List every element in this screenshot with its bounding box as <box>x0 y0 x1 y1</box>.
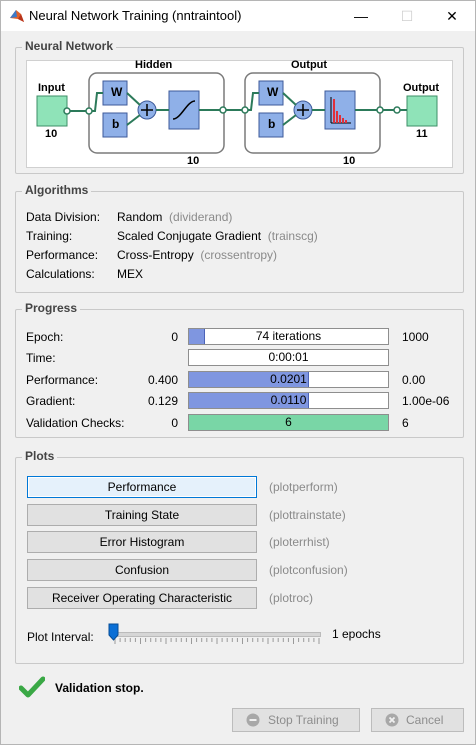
plot-interval-label: Plot Interval: <box>27 630 94 644</box>
network-diagram: Input 10 Hidden 10 Output 10 Output 11 W… <box>26 59 453 168</box>
checkmark-icon <box>19 676 45 698</box>
algorithm-key: Training: <box>26 229 73 243</box>
algorithms-title: Algorithms <box>22 183 92 197</box>
cancel-label: Cancel <box>406 713 444 727</box>
cancel-icon <box>385 713 399 727</box>
validation-progress-bar: 6 <box>188 414 389 431</box>
plot-roc-function: (plotroc) <box>269 591 314 605</box>
hidden-w-label: W <box>111 85 123 99</box>
plot-roc-button[interactable]: Receiver Operating Characteristic <box>27 587 257 609</box>
progress-end-gradient: 1.00e-06 <box>402 394 450 408</box>
progress-end-performance: 0.00 <box>402 373 426 387</box>
output-size: 11 <box>416 128 428 140</box>
plot-error-histogram-button[interactable]: Error Histogram <box>27 531 257 553</box>
algorithm-value: MEX <box>117 267 144 281</box>
validation-progress-text: 6 <box>285 415 292 429</box>
matlab-logo-icon <box>10 10 24 22</box>
maximize-button[interactable]: ☐ <box>384 1 430 31</box>
gradient-progress-text: 0.0110 <box>270 393 307 407</box>
neural-network-panel: Neural Network Input 10 Hidden 10 Output… <box>15 39 464 174</box>
plot-training-state-function: (plottrainstate) <box>269 508 346 522</box>
algorithm-value: Scaled Conjugate Gradient <box>117 229 262 243</box>
hidden-label: Hidden <box>135 59 173 71</box>
plots-panel: Plots Performance (plotperform) Training… <box>15 449 464 664</box>
input-label: Input <box>38 82 65 94</box>
output-w-label: W <box>267 85 279 99</box>
progress-start-gradient: 0.129 <box>147 394 178 408</box>
output-layer-size: 10 <box>343 155 356 167</box>
minimize-button[interactable]: — <box>338 1 384 31</box>
window-title: Neural Network Training (nntraintool) <box>29 8 242 23</box>
stop-training-button[interactable]: Stop Training <box>232 708 360 732</box>
algorithms-panel: Algorithms Data Division: Random (divide… <box>15 183 464 293</box>
algorithm-key: Performance: <box>26 248 99 262</box>
stop-icon <box>246 713 260 727</box>
plot-performance-button[interactable]: Performance <box>27 476 257 498</box>
output-node <box>406 95 438 127</box>
progress-end-epoch: 1000 <box>402 330 429 344</box>
training-status: Validation stop. <box>19 676 319 700</box>
epoch-progress-bar: 74 iterations <box>188 328 389 345</box>
plot-confusion-function: (plotconfusion) <box>269 563 348 577</box>
progress-label-performance: Performance: <box>26 373 99 387</box>
progress-start-validation: 0 <box>171 416 178 430</box>
plot-interval-slider-ticks <box>114 638 320 644</box>
plot-interval-slider-thumb[interactable] <box>108 623 119 641</box>
input-node <box>36 95 68 127</box>
neural-network-title: Neural Network <box>22 39 117 53</box>
algorithm-function: (dividerand) <box>169 210 233 224</box>
progress-end-validation: 6 <box>402 416 409 430</box>
progress-title: Progress <box>22 301 81 315</box>
output-b-label: b <box>268 117 276 131</box>
progress-label-validation: Validation Checks: <box>26 416 125 430</box>
algorithm-function: (trainscg) <box>267 229 318 243</box>
output-label: Output <box>403 82 440 94</box>
stop-training-label: Stop Training <box>268 713 339 727</box>
progress-label-time: Time: <box>26 351 56 365</box>
plot-performance-function: (plotperform) <box>269 480 338 494</box>
algorithm-value: Cross-Entropy <box>117 248 194 262</box>
close-button[interactable]: ✕ <box>429 1 475 31</box>
time-progress-bar: 0:00:01 <box>188 349 389 366</box>
plot-confusion-button[interactable]: Confusion <box>27 559 257 581</box>
performance-progress-bar: 0.0201 <box>188 371 389 388</box>
hidden-b-label: b <box>112 117 120 131</box>
algorithm-function: (crossentropy) <box>200 248 278 262</box>
title-bar: Neural Network Training (nntraintool) — … <box>1 1 475 31</box>
progress-label-gradient: Gradient: <box>26 394 76 408</box>
network-diagram-svg <box>36 72 438 154</box>
progress-start-epoch: 0 <box>171 330 178 344</box>
progress-start-performance: 0.400 <box>147 373 178 387</box>
algorithm-value: Random <box>117 210 163 224</box>
nntraintool-window: Neural Network Training (nntraintool) — … <box>0 0 476 745</box>
algorithm-key: Data Division: <box>26 210 101 224</box>
time-progress-text: 0:00:01 <box>268 350 309 364</box>
plot-training-state-button[interactable]: Training State <box>27 504 257 526</box>
plots-title: Plots <box>22 449 58 463</box>
hidden-size: 10 <box>187 155 200 167</box>
progress-panel: Progress Epoch: 0 74 iterations 1000 Tim… <box>15 301 464 438</box>
epoch-progress-text: 74 iterations <box>255 329 322 343</box>
progress-label-epoch: Epoch: <box>26 330 64 344</box>
cancel-button[interactable]: Cancel <box>371 708 464 732</box>
output-layer-label: Output <box>291 59 328 71</box>
performance-progress-text: 0.0201 <box>270 372 307 386</box>
plot-interval-slider-track[interactable] <box>114 632 321 637</box>
algorithm-key: Calculations: <box>26 267 95 281</box>
input-size: 10 <box>45 128 58 140</box>
status-text: Validation stop. <box>55 681 144 695</box>
plot-interval-value: 1 epochs <box>332 627 381 641</box>
plot-error-histogram-function: (ploterrhist) <box>269 535 330 549</box>
gradient-progress-bar: 0.0110 <box>188 392 389 409</box>
